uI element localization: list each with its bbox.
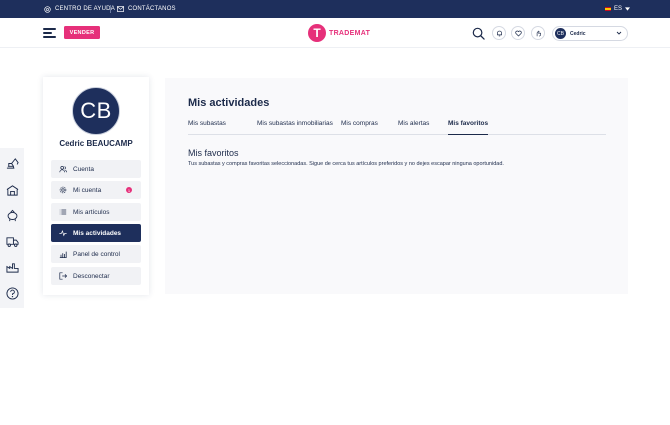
top-bar: CENTRO DE AYUDA CONTÁCTANOS ES xyxy=(0,0,670,18)
menu-item-label: Mis artículos xyxy=(73,208,110,216)
menu-item-label: Mi cuenta xyxy=(73,186,102,194)
help-link-label: CENTRO DE AYUDA xyxy=(55,6,115,12)
list-icon xyxy=(59,209,67,215)
help-link[interactable]: CENTRO DE AYUDA xyxy=(44,0,115,18)
menu-item-label: Cuenta xyxy=(73,165,94,173)
brand-name: TRADEMAT xyxy=(329,29,371,37)
building-icon[interactable] xyxy=(6,184,19,197)
sell-button[interactable]: VENDER xyxy=(64,26,100,39)
profile-avatar: CB xyxy=(72,87,120,135)
language-label: ES xyxy=(613,6,622,12)
tab-mis-subastas[interactable]: Mis subastas xyxy=(188,119,226,135)
profile-name: Cedric BEAUCAMP xyxy=(59,139,133,148)
help-circle-icon[interactable] xyxy=(6,287,19,300)
mail-icon xyxy=(117,6,124,12)
menu-item-mis-articulos[interactable]: Mis artículos xyxy=(51,203,141,221)
activity-icon xyxy=(59,229,67,237)
excavator-icon[interactable] xyxy=(6,157,19,170)
menu-icon[interactable] xyxy=(43,27,56,38)
tab-mis-compras[interactable]: Mis compras xyxy=(341,119,378,135)
piggy-bank-icon[interactable] xyxy=(6,209,19,222)
help-center-icon xyxy=(44,5,51,13)
bell-icon[interactable] xyxy=(492,26,506,40)
factory-icon[interactable] xyxy=(6,261,19,274)
search-icon[interactable] xyxy=(471,26,485,40)
tab-mis-alertas[interactable]: Mis alertas xyxy=(398,119,429,135)
heart-icon[interactable] xyxy=(511,26,525,40)
brand-logo[interactable]: T TRADEMAT xyxy=(308,24,370,42)
section-title: Mis favoritos xyxy=(188,148,239,158)
hand-raise-icon[interactable] xyxy=(531,26,545,40)
menu-item-mi-cuenta[interactable]: Mi cuenta 1 xyxy=(51,181,141,199)
logout-icon xyxy=(59,272,67,280)
gear-icon xyxy=(59,186,67,194)
menu-item-label: Mis actividades xyxy=(73,229,122,237)
activity-tabs: Mis subastas Mis subastas inmobiliarias … xyxy=(188,119,606,135)
menu-item-panel-de-control[interactable]: Panel de control xyxy=(51,245,141,263)
menu-item-desconectar[interactable]: Desconectar xyxy=(51,267,141,285)
tab-mis-favoritos[interactable]: Mis favoritos xyxy=(448,119,489,135)
contact-link-label: CONTÁCTANOS xyxy=(128,6,176,12)
menu-item-cuenta[interactable]: Cuenta xyxy=(51,160,141,178)
menu-item-label: Panel de control xyxy=(73,250,120,258)
topbar-divider xyxy=(110,5,111,13)
notification-badge: 1 xyxy=(126,187,132,193)
user-menu[interactable]: CB Cedric xyxy=(552,26,628,41)
profile-card: CB Cedric BEAUCAMP Cuenta Mi cuenta 1 Mi… xyxy=(43,77,149,295)
activities-panel: Mis actividades Mis subastas Mis subasta… xyxy=(165,78,628,294)
chevron-down-icon xyxy=(616,31,622,35)
truck-icon[interactable] xyxy=(6,235,19,248)
section-description: Tus subastas y compras favoritas selecci… xyxy=(188,161,504,167)
language-selector[interactable]: ES xyxy=(604,0,630,18)
main-header: VENDER T TRADEMAT CB Cedric xyxy=(0,18,670,48)
tab-mis-subastas-inmobiliarias[interactable]: Mis subastas inmobiliarias xyxy=(257,119,333,135)
contact-link[interactable]: CONTÁCTANOS xyxy=(117,0,176,18)
bar-chart-icon xyxy=(59,251,67,258)
users-icon xyxy=(59,166,67,173)
user-name: Cedric xyxy=(570,30,586,37)
category-rail xyxy=(0,148,24,308)
user-avatar: CB xyxy=(555,28,566,39)
page-title: Mis actividades xyxy=(188,97,270,109)
caret-down-icon xyxy=(625,7,630,11)
spain-flag-icon xyxy=(604,7,611,11)
menu-item-mis-actividades[interactable]: Mis actividades xyxy=(51,224,141,242)
menu-item-label: Desconectar xyxy=(73,272,110,280)
brand-mark: T xyxy=(308,24,326,42)
